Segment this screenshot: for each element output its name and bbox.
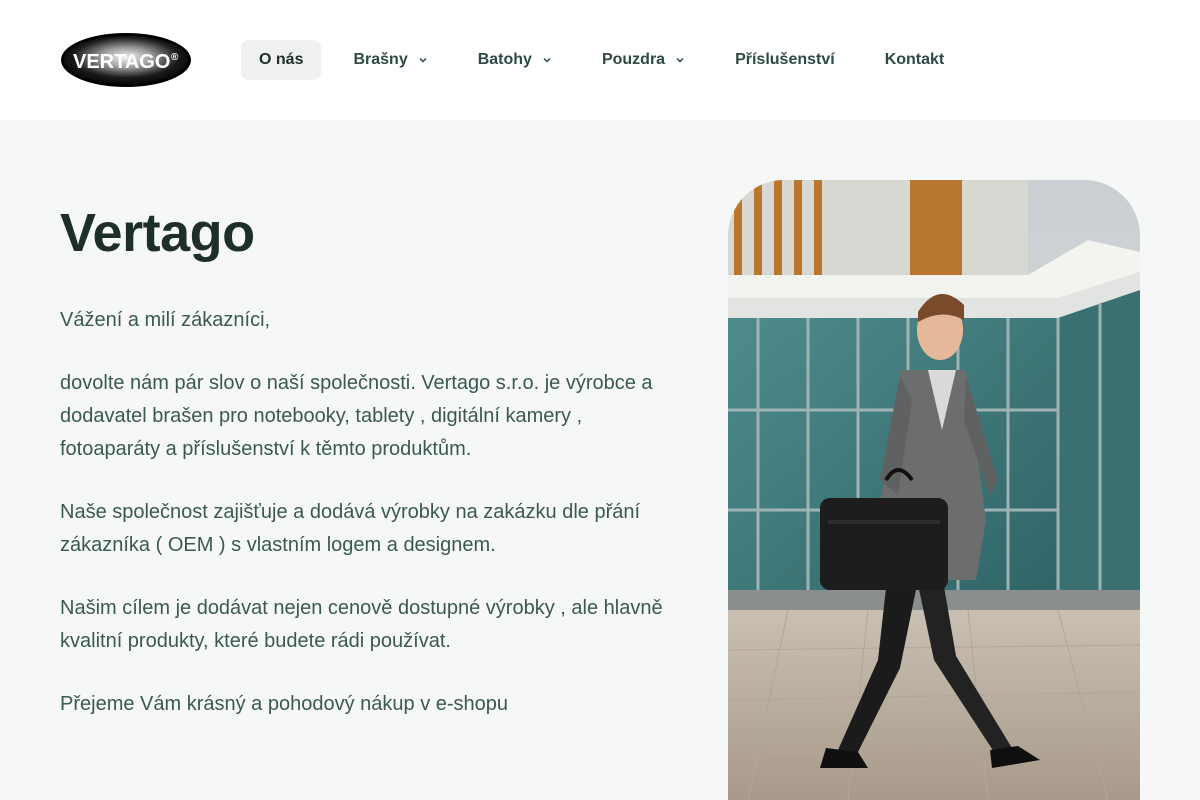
oem-paragraph: Naše společnost zajišťuje a dodává výrob… xyxy=(60,501,641,556)
closing-paragraph: Přejeme Vám krásný a pohodový nákup v e-… xyxy=(60,693,509,715)
intro-paragraph: dovolte nám pár slov o naší společnosti.… xyxy=(60,372,653,460)
logo-registered: ® xyxy=(171,52,179,63)
nav-label: O nás xyxy=(259,51,304,68)
greeting-paragraph: Vážení a milí zákazníci, xyxy=(60,309,271,331)
site-header: VERTAGO ® O nás Brašny Batohy Pouzdra Př… xyxy=(0,0,1200,120)
nav-label: Batohy xyxy=(477,51,532,68)
nav-item-o-nas[interactable]: O nás xyxy=(241,40,322,80)
vertago-logo[interactable]: VERTAGO ® xyxy=(60,32,192,88)
nav-item-brasny[interactable]: Brašny xyxy=(335,40,445,80)
chevron-down-icon xyxy=(542,55,552,65)
goal-paragraph: Našim cílem je dodávat nejen cenově dost… xyxy=(60,597,663,652)
nav-label: Brašny xyxy=(353,51,408,68)
chevron-down-icon xyxy=(675,55,685,65)
nav-item-pouzdra[interactable]: Pouzdra xyxy=(584,40,703,80)
man-with-laptop-bag-photo xyxy=(728,180,1140,800)
nav-label: Kontakt xyxy=(884,51,945,68)
chevron-down-icon xyxy=(418,55,428,65)
nav-item-batohy[interactable]: Batohy xyxy=(460,40,570,80)
logo-mark: VERTAGO ® xyxy=(61,33,191,87)
page-title: Vertago xyxy=(60,203,255,263)
nav-label: Pouzdra xyxy=(601,51,666,68)
nav-item-kontakt[interactable]: Kontakt xyxy=(867,40,963,80)
logo-text: VERTAGO xyxy=(73,51,170,73)
nav-item-prislusenstvi[interactable]: Příslušenství xyxy=(717,40,853,80)
hero-image xyxy=(728,180,1140,800)
main-nav: O nás Brašny Batohy Pouzdra Příslušenstv… xyxy=(241,40,962,80)
nav-label: Příslušenství xyxy=(735,51,835,68)
